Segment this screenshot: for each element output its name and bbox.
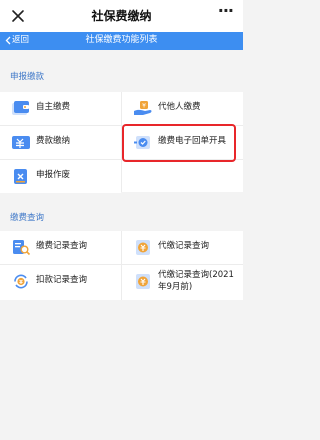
- grid-item-label: 代缴记录查询: [158, 241, 210, 251]
- yuan-refresh-icon: [14, 274, 28, 289]
- grid-item-label: 代缴记录查询(2021年9月前): [158, 270, 234, 292]
- section-title-query: 缴费查询: [10, 213, 45, 223]
- grid-item-label: 费款缴纳: [36, 136, 71, 146]
- grid-item-self-pay[interactable]: 自主缴费: [0, 92, 121, 125]
- grid-item-label: 扣款记录查询: [36, 275, 88, 285]
- grid-item-agent-records-before-2021-09[interactable]: 代缴记录查询(2021年9月前): [122, 265, 243, 300]
- yuan-card-icon: [12, 136, 30, 149]
- grid-item-deduction-records[interactable]: 扣款记录查询: [0, 265, 121, 300]
- window-title-bar: 社保费缴纳 ···: [0, 0, 243, 32]
- void-doc-icon: [14, 169, 27, 184]
- grid-item-label: 申报作废: [36, 170, 71, 180]
- grid-item-label: 代他人缴费: [158, 102, 201, 112]
- yuan-doc-old-icon: [136, 274, 150, 289]
- highlight-frame: [122, 124, 236, 162]
- grid-item-label: 自主缴费: [36, 102, 71, 112]
- svg-text:¥: ¥: [142, 103, 146, 110]
- grid-item-void-declaration[interactable]: 申报作废: [0, 160, 121, 193]
- page-title: 社保缴费功能列表: [85, 35, 158, 45]
- query-grid: 缴费记录查询 代缴记录查询 扣款记录查询 代缴记录查询(2021年9月前): [0, 231, 243, 300]
- grid-item-payment-records[interactable]: 缴费记录查询: [0, 231, 121, 264]
- grid-item-fee-payment[interactable]: 费款缴纳: [0, 126, 121, 159]
- more-icon[interactable]: ···: [218, 3, 234, 19]
- grid-item-agent-records[interactable]: 代缴记录查询: [122, 231, 243, 264]
- nav-bar: 返回 社保缴费功能列表: [0, 32, 243, 50]
- divider: [121, 231, 122, 300]
- hand-money-icon: ¥: [134, 101, 152, 115]
- wallet-icon: [12, 101, 29, 115]
- yuan-doc-icon: [136, 240, 150, 255]
- grid-item-pay-for-others[interactable]: ¥ 代他人缴费: [122, 92, 243, 125]
- section-title-declare: 申报缴款: [10, 72, 45, 82]
- search-doc-icon: [13, 240, 31, 256]
- grid-item-label: 缴费记录查询: [36, 241, 88, 251]
- window-title: 社保费缴纳: [91, 9, 152, 23]
- divider: [0, 264, 243, 265]
